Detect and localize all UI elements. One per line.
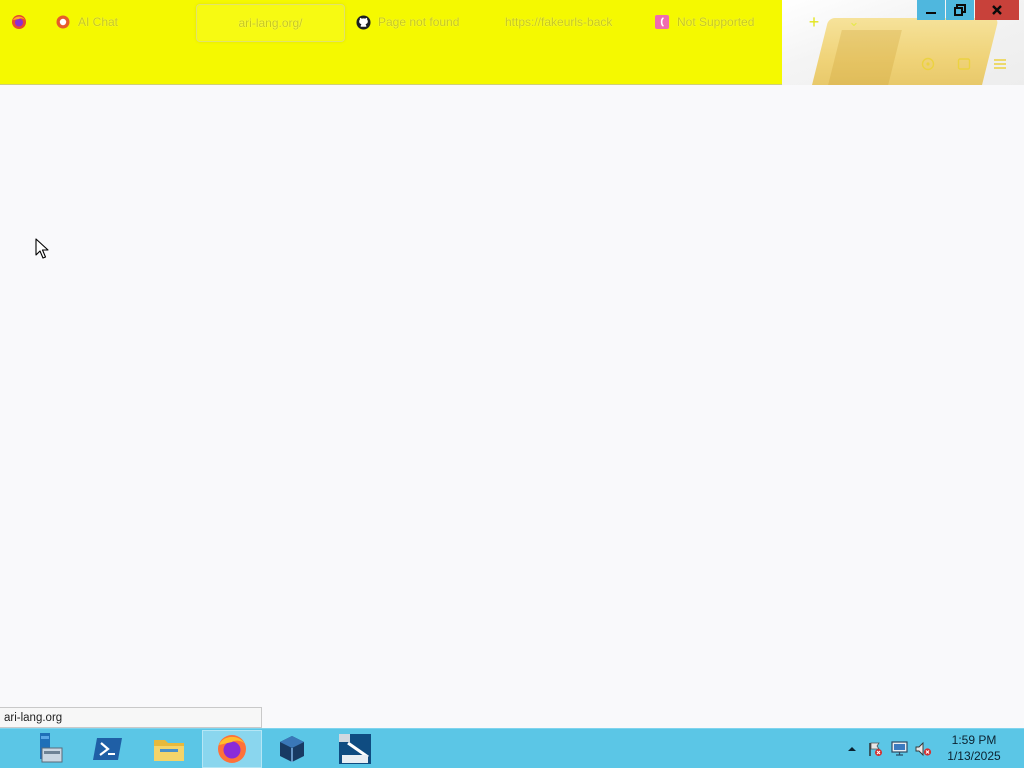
restore-button[interactable] [946,0,974,20]
tab-label: Not Supported [677,15,755,29]
network-icon [890,741,908,756]
volume-button[interactable] [914,740,932,758]
tab-label: Page not found [378,15,460,29]
tab-ai-chat[interactable]: AI Chat [55,4,180,40]
github-icon [355,14,371,30]
action-center-flag-icon [869,742,882,756]
taskbar-windows-server-2012[interactable] [326,730,384,768]
network-button[interactable] [890,740,908,758]
taskbar-server-manager[interactable] [18,730,74,768]
pink-page-icon [654,14,670,30]
taskbar-firefox[interactable] [202,730,262,768]
taskbar-clock[interactable]: 1:59 PM 1/13/2025 [940,732,1008,766]
virtualbox-icon [280,736,304,762]
clock-date: 1/13/2025 [947,749,1001,763]
tab-ari-lang[interactable]: ari-lang.org/ [196,4,345,42]
menu-icon [994,59,1006,69]
taskbar-file-explorer[interactable] [141,730,197,768]
clock-time: 1:59 PM [951,733,997,747]
firefox-view-button[interactable] [9,12,29,32]
list-all-tabs-button[interactable]: ⌄ [845,12,863,32]
tab-fakeurls[interactable]: https://fakeurls-back [505,4,613,40]
new-tab-button[interactable]: + [805,12,823,32]
minimize-icon [926,12,936,14]
powershell-icon [93,738,122,760]
extensions-button[interactable] [918,54,938,74]
close-icon [992,5,1002,15]
status-url-tooltip: ari-lang.org [0,707,262,728]
show-hidden-icons-button[interactable] [843,740,861,758]
tab-label: https://fakeurls-back [505,15,613,29]
open-menu-button[interactable] [990,54,1010,74]
firefox-logo-icon [12,15,26,29]
server-manager-icon [40,733,63,763]
tab-page-not-found[interactable]: Page not found [355,4,485,40]
desktop-screen: AI Chat ari-lang.org/ Page not found htt… [0,0,1024,768]
close-button[interactable] [975,0,1019,20]
firefox-icon [218,735,246,763]
file-explorer-icon [154,740,184,761]
extensions-icon [921,57,935,71]
chevron-up-icon [848,747,856,751]
action-center-button[interactable] [866,740,884,758]
windows-server-2012-icon [339,734,371,764]
page-content [0,85,1024,729]
tab-label: ari-lang.org/ [238,16,303,30]
volume-muted-icon [915,741,931,757]
mouse-cursor-icon [35,238,49,259]
account-icon [957,58,971,70]
restore-icon [954,4,966,16]
minimize-button[interactable] [917,0,945,20]
tab-label: AI Chat [78,15,119,29]
account-button[interactable] [954,54,974,74]
duckduckgo-ai-icon [55,14,71,30]
tab-not-supported[interactable]: Not Supported [654,4,779,40]
taskbar-powershell[interactable] [80,730,136,768]
taskbar-virtualbox[interactable] [264,730,320,768]
